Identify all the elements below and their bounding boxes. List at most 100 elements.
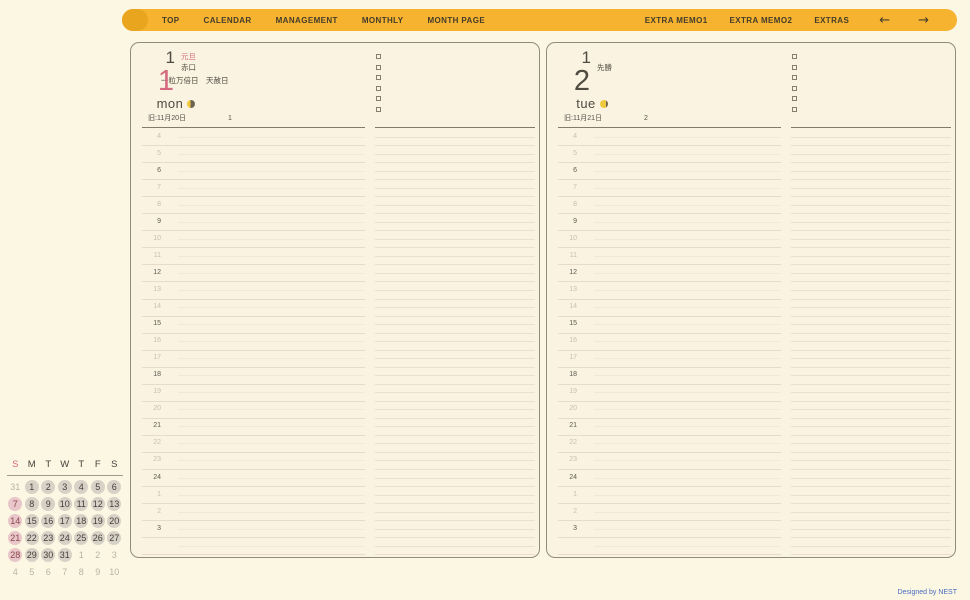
nav-tab-month-page[interactable]: MONTH PAGE	[417, 12, 495, 29]
weekday-header: T	[73, 459, 90, 474]
calendar-cell: 19	[90, 514, 107, 528]
half-hour-line	[178, 222, 365, 223]
nav-tab-top[interactable]: TOP	[152, 12, 190, 29]
hour-label: 1	[547, 490, 577, 500]
hour-line	[142, 537, 365, 538]
calendar-day[interactable]: 5	[91, 480, 105, 494]
calendar-day[interactable]: 9	[41, 497, 55, 511]
weekday-header: S	[106, 459, 123, 474]
calendar-day[interactable]: 11	[74, 497, 88, 511]
memo-line	[375, 478, 535, 479]
memo-line	[791, 307, 951, 308]
next-page-arrow[interactable]: →	[918, 14, 929, 27]
hour-line	[142, 264, 365, 265]
memo-line	[375, 222, 535, 223]
task-checkbox[interactable]	[376, 75, 381, 80]
mini-calendar-divider	[7, 475, 123, 476]
hour-label: 19	[547, 387, 577, 397]
calendar-week-row: 78910111213	[7, 495, 123, 512]
hour-line	[558, 350, 781, 351]
task-checkbox[interactable]	[792, 86, 797, 91]
calendar-day[interactable]: 7	[8, 497, 22, 511]
memo-line	[375, 213, 535, 214]
calendar-day[interactable]: 30	[41, 548, 55, 562]
memo-line	[791, 478, 951, 479]
calendar-day[interactable]: 1	[25, 480, 39, 494]
nav-tab-extra-memo1[interactable]: EXTRA MEMO1	[635, 12, 718, 29]
memo-line	[791, 486, 951, 487]
calendar-day[interactable]: 26	[91, 531, 105, 545]
calendar-week-row: 45678910	[7, 563, 123, 580]
half-hour-line	[178, 512, 365, 513]
memo-line	[375, 290, 535, 291]
calendar-cell: 30	[40, 548, 57, 562]
calendar-day[interactable]: 25	[74, 531, 88, 545]
task-checkbox[interactable]	[792, 75, 797, 80]
calendar-day[interactable]: 6	[107, 480, 121, 494]
calendar-day[interactable]: 3	[58, 480, 72, 494]
calendar-day[interactable]: 21	[8, 531, 22, 545]
task-checkbox[interactable]	[376, 86, 381, 91]
half-hour-line	[594, 324, 781, 325]
memo-line	[791, 154, 951, 155]
nav-tab-extras[interactable]: EXTRAS	[804, 12, 859, 29]
task-checkbox[interactable]	[376, 65, 381, 70]
half-hour-line	[594, 273, 781, 274]
nav-tab-extra-memo2[interactable]: EXTRA MEMO2	[720, 12, 803, 29]
hour-label: 10	[131, 234, 161, 244]
memo-line	[375, 273, 535, 274]
calendar-day[interactable]: 20	[107, 514, 121, 528]
weekday-row: tue	[555, 96, 629, 111]
calendar-week-row: 14151617181920	[7, 512, 123, 529]
calendar-day[interactable]: 13	[107, 497, 121, 511]
prev-page-arrow[interactable]: ←	[879, 14, 890, 27]
calendar-day[interactable]: 14	[8, 514, 22, 528]
half-hour-line	[594, 307, 781, 308]
calendar-day[interactable]: 15	[25, 514, 39, 528]
calendar-day[interactable]: 28	[8, 548, 22, 562]
half-hour-line	[178, 171, 365, 172]
nav-tab-calendar[interactable]: CALENDAR	[194, 12, 262, 29]
task-checkbox[interactable]	[376, 107, 381, 112]
memo-line	[375, 137, 535, 138]
nav-tab-monthly[interactable]: MONTHLY	[352, 12, 414, 29]
task-checkbox[interactable]	[376, 96, 381, 101]
memo-line	[375, 264, 535, 265]
memo-line	[791, 392, 951, 393]
hour-line	[558, 333, 781, 334]
calendar-cell: 13	[106, 497, 123, 511]
calendar-day[interactable]: 31	[58, 548, 72, 562]
hour-label: 18	[547, 370, 577, 380]
moon-phase-icon	[187, 100, 195, 108]
calendar-day[interactable]: 27	[107, 531, 121, 545]
calendar-day[interactable]: 2	[41, 480, 55, 494]
task-checkbox[interactable]	[792, 96, 797, 101]
memo-line	[791, 213, 951, 214]
nav-tab-management[interactable]: MANAGEMENT	[266, 12, 348, 29]
calendar-cell: 9	[40, 497, 57, 511]
calendar-day[interactable]: 12	[91, 497, 105, 511]
memo-line	[791, 145, 951, 146]
calendar-cell: 24	[57, 531, 74, 545]
calendar-day[interactable]: 4	[74, 480, 88, 494]
calendar-day[interactable]: 10	[58, 497, 72, 511]
task-checkbox[interactable]	[792, 107, 797, 112]
task-checkbox[interactable]	[376, 54, 381, 59]
hour-label: 5	[131, 149, 161, 159]
calendar-day[interactable]: 29	[25, 548, 39, 562]
memo-line	[791, 179, 951, 180]
memo-line	[375, 495, 535, 496]
task-checkbox[interactable]	[792, 65, 797, 70]
calendar-cell: 10	[106, 565, 123, 579]
calendar-day[interactable]: 24	[58, 531, 72, 545]
calendar-day[interactable]: 8	[25, 497, 39, 511]
calendar-day[interactable]: 23	[41, 531, 55, 545]
task-checkbox[interactable]	[792, 54, 797, 59]
calendar-day[interactable]: 16	[41, 514, 55, 528]
memo-line	[791, 350, 951, 351]
calendar-day[interactable]: 19	[91, 514, 105, 528]
calendar-day[interactable]: 17	[58, 514, 72, 528]
calendar-day[interactable]: 22	[25, 531, 39, 545]
half-hour-line	[594, 495, 781, 496]
calendar-day[interactable]: 18	[74, 514, 88, 528]
